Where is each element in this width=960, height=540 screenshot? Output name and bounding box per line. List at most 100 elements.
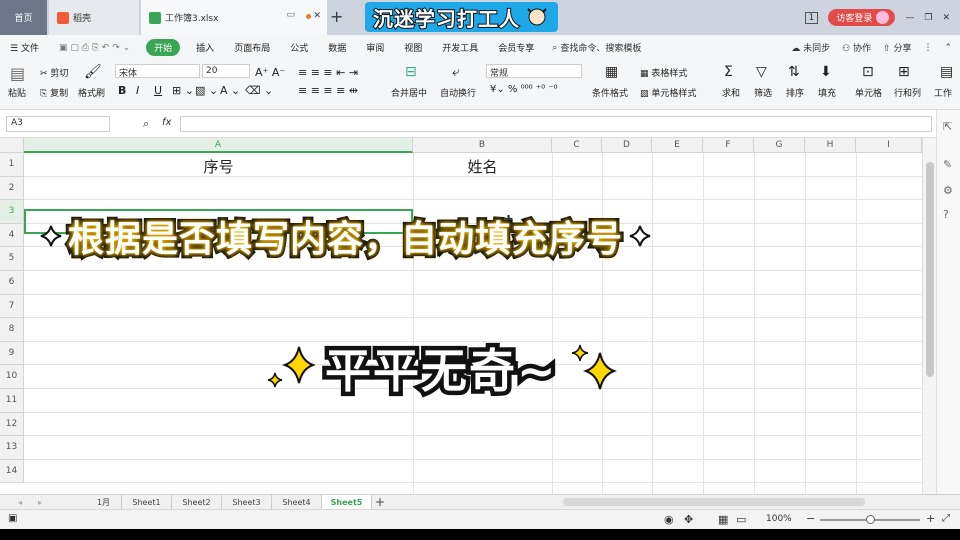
count-badge[interactable]: 1 [804, 11, 819, 24]
normal-view-icon[interactable]: ▦ [718, 513, 728, 526]
col-header-g[interactable]: G [754, 138, 805, 153]
conditional-format-icon[interactable]: ▦ [605, 64, 618, 80]
font-name-select[interactable]: 宋体 [115, 64, 200, 79]
fill-icon[interactable]: ⬇ [820, 64, 832, 80]
wrap-text-button[interactable]: 自动换行 [440, 86, 476, 99]
more-icon[interactable]: ⋮ [923, 43, 932, 53]
row-header[interactable]: 12 [0, 412, 24, 437]
eye-icon[interactable]: ◉ [664, 513, 674, 526]
format-painter-icon[interactable]: 🖌 [84, 64, 102, 80]
menu-developer[interactable]: 开发工具 [432, 41, 488, 54]
clear-format-icon[interactable]: ⌫ ⌄ [245, 84, 273, 97]
cell-style-button[interactable]: ▧ 单元格样式 [640, 86, 696, 99]
tab-home[interactable]: 首页 [0, 0, 47, 35]
select-all-corner[interactable] [0, 138, 24, 153]
zoom-in-icon[interactable]: + [926, 512, 935, 525]
row-header[interactable]: 3 [0, 200, 24, 224]
copy-button[interactable]: ⎘ 复制 [40, 86, 68, 99]
sync-button[interactable]: ☁ 未同步 [791, 41, 830, 54]
align-top-icons[interactable]: ≡ ≡ ≡ ⇤ ⇥ [298, 66, 358, 79]
row-header[interactable]: 11 [0, 389, 24, 413]
menu-data[interactable]: 数据 [318, 41, 356, 54]
col-header-i[interactable]: I [856, 138, 922, 153]
fill-color-icon[interactable]: ▧ ⌄ [195, 84, 218, 97]
col-header-b[interactable]: B [413, 138, 552, 153]
worksheet-icon[interactable]: ▤ [940, 64, 953, 80]
add-sheet-button[interactable]: + [372, 495, 388, 510]
underline-icon[interactable]: U [154, 84, 162, 97]
minimize-icon[interactable]: — [905, 13, 914, 23]
tab-docer[interactable]: 稻壳 [49, 0, 139, 35]
col-header-a[interactable]: A [24, 138, 413, 153]
wrap-icon[interactable]: ⤶ [452, 64, 460, 80]
restore-icon[interactable]: ❐ [924, 13, 932, 23]
zoom-slider-knob[interactable] [866, 515, 875, 524]
next-sheet-icon[interactable]: ▸ [30, 495, 50, 510]
font-color-icon[interactable]: A ⌄ [220, 84, 240, 97]
gear-icon[interactable]: ⚙ [943, 184, 953, 197]
filter-icon[interactable]: ▽ [756, 64, 767, 80]
page-view-icon[interactable]: ▭ [736, 513, 746, 526]
spreadsheet-grid[interactable]: A B C D E F G H I 1 2 3 4 5 6 7 8 9 10 11 12 13 14 序号… [0, 138, 922, 494]
menu-member[interactable]: 会员专享 [488, 41, 544, 54]
login-button[interactable]: 访客登录 [828, 9, 896, 26]
sort-icon[interactable]: ⇅ [788, 64, 800, 80]
fill-button[interactable]: 填充 [818, 86, 836, 99]
new-tab-button[interactable]: + [330, 7, 343, 26]
sheet-tab[interactable]: Sheet4 [272, 495, 322, 510]
macro-icon[interactable]: ▣ [8, 513, 17, 524]
sort-button[interactable]: 排序 [786, 86, 804, 99]
formula-input[interactable] [180, 116, 932, 132]
command-search[interactable]: ⌕ 查找命令、搜索模板 [544, 41, 649, 55]
row-header[interactable]: 10 [0, 365, 24, 389]
sheet-tab-active[interactable]: Sheet5 [322, 495, 372, 510]
sheet-tab[interactable]: Sheet3 [222, 495, 272, 510]
col-header-h[interactable]: H [805, 138, 856, 153]
quick-toolbar-icons[interactable]: ▣ ▢ ⎙ ⎘ ↶ ↷ ⌄ [49, 43, 140, 53]
italic-icon[interactable]: I [136, 84, 139, 97]
row-header[interactable]: 4 [0, 223, 24, 248]
font-size-select[interactable]: 20 [202, 64, 250, 78]
close-window-icon[interactable]: ✕ [942, 13, 950, 23]
filter-button[interactable]: 筛选 [754, 86, 772, 99]
col-header-c[interactable]: C [552, 138, 602, 153]
col-header-d[interactable]: D [602, 138, 652, 153]
bold-icon[interactable]: B [118, 84, 126, 97]
name-box[interactable]: A3 [6, 116, 110, 132]
row-header[interactable]: 7 [0, 294, 24, 319]
paste-button[interactable]: 粘贴 [8, 86, 26, 99]
align-horizontal-icons[interactable]: ≡ ≡ ≡ ≡ ⇹ [298, 84, 358, 97]
collab-button[interactable]: ⚇ 协作 [842, 41, 871, 54]
fx-icon[interactable]: fx [162, 117, 171, 128]
number-format-icons[interactable]: ¥⌄ % ⁰⁰⁰ ⁺⁰ ⁻⁰ [490, 84, 558, 95]
horizontal-scroll-thumb[interactable] [563, 498, 865, 506]
prev-sheet-icon[interactable]: ◂ [10, 495, 30, 510]
menu-review[interactable]: 审阅 [356, 41, 394, 54]
row-header[interactable]: 8 [0, 318, 24, 342]
sum-icon[interactable]: Σ [724, 64, 733, 80]
row-col-icon[interactable]: ⊞ [898, 64, 910, 80]
format-painter-button[interactable]: 格式刷 [78, 86, 105, 99]
merge-icon[interactable]: ⊟ [405, 64, 417, 80]
zoom-out-icon[interactable]: − [806, 512, 815, 525]
close-tab-icon[interactable]: ✕ [313, 11, 321, 21]
collapse-ribbon-icon[interactable]: ⌃ [944, 43, 952, 53]
cell-button[interactable]: 单元格 [855, 86, 882, 99]
tab-file[interactable]: 工作簿3.xlsx ▭ ✕ [141, 0, 327, 35]
row-header[interactable]: 6 [0, 271, 24, 295]
menu-start[interactable]: 开始 [146, 39, 181, 56]
merge-center-button[interactable]: 合并居中 [391, 86, 427, 99]
table-style-button[interactable]: ▦ 表格样式 [640, 66, 687, 79]
cell-icon[interactable]: ⊡ [862, 64, 874, 80]
cell-a1[interactable]: 序号 [24, 156, 413, 177]
col-header-e[interactable]: E [652, 138, 703, 153]
cross-icon[interactable]: ✥ [684, 513, 693, 526]
cut-button[interactable]: ✂ 剪切 [40, 66, 68, 79]
font-grow-shrink-icon[interactable]: A⁺ A⁻ [255, 66, 285, 79]
row-header[interactable]: 2 [0, 176, 24, 201]
zoom-formula-icon[interactable]: ⌕ [143, 117, 149, 131]
share-button[interactable]: ⇧ 分享 [883, 41, 911, 54]
row-header[interactable]: 14 [0, 459, 24, 484]
menu-file[interactable]: ☰ 文件 [0, 41, 49, 54]
menu-formula[interactable]: 公式 [280, 41, 318, 54]
